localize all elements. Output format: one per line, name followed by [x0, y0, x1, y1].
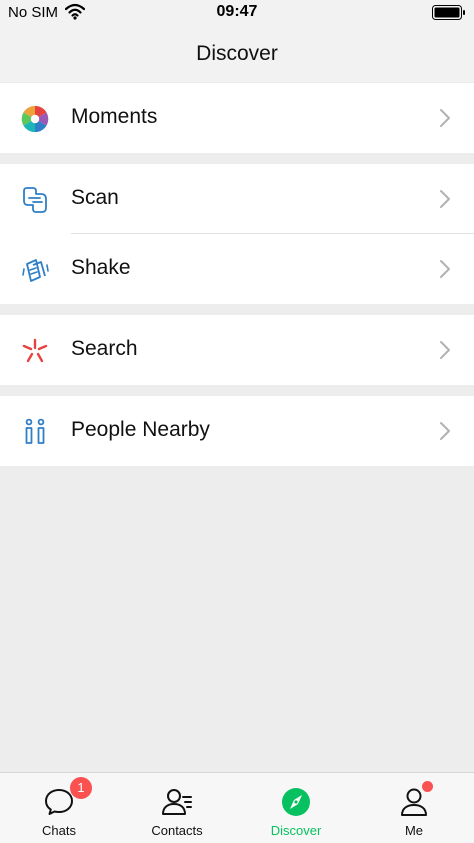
moments-icon	[21, 105, 49, 133]
list-item-moments[interactable]: Moments	[0, 83, 474, 153]
chevron-right-icon	[440, 341, 450, 359]
battery-icon	[432, 5, 465, 20]
section-people-nearby: People Nearby	[0, 396, 474, 466]
contacts-icon	[162, 789, 192, 815]
tab-contacts[interactable]: Contacts	[118, 773, 236, 843]
section-moments: Moments	[0, 83, 474, 153]
clock: 09:47	[216, 3, 258, 20]
nav-bar: Discover	[0, 28, 474, 82]
section-scan-shake: Scan Shake	[0, 164, 474, 304]
status-bar: No SIM 09:47	[0, 0, 474, 28]
tab-bar: 1 Chats Contacts Discover Me	[0, 772, 474, 843]
notification-dot	[422, 781, 433, 792]
tab-label: Chats	[42, 823, 76, 838]
list-item-label: Scan	[71, 186, 119, 209]
tab-label: Me	[404, 823, 424, 838]
chevron-right-icon	[440, 190, 450, 208]
search-icon	[22, 338, 48, 363]
list-item-search[interactable]: Search	[0, 315, 474, 385]
list-item-label: Moments	[71, 105, 158, 128]
page-title: Discover	[196, 42, 278, 65]
list-item-label: Search	[71, 337, 138, 360]
section-search: Search	[0, 315, 474, 385]
shake-icon	[22, 259, 49, 282]
people-nearby-icon	[25, 418, 45, 444]
tab-chats[interactable]: 1 Chats	[0, 773, 118, 843]
list-item-people-nearby[interactable]: People Nearby	[0, 396, 474, 466]
chevron-right-icon	[440, 260, 450, 278]
compass-icon	[282, 788, 310, 816]
list-item-shake[interactable]: Shake	[0, 234, 474, 304]
tab-discover[interactable]: Discover	[237, 773, 355, 843]
list-item-label: People Nearby	[71, 418, 210, 441]
tab-label: Discover	[270, 823, 322, 838]
list-item-scan[interactable]: Scan	[0, 164, 474, 234]
discover-screen: No SIM 09:47 Discover Moments Scan Shake…	[0, 0, 474, 843]
chevron-right-icon	[440, 109, 450, 127]
scan-icon	[23, 187, 47, 213]
tab-label: Contacts	[151, 823, 203, 838]
unread-badge: 1	[70, 777, 92, 799]
tab-me[interactable]: Me	[355, 773, 473, 843]
chevron-right-icon	[440, 422, 450, 440]
list-item-label: Shake	[71, 256, 131, 279]
